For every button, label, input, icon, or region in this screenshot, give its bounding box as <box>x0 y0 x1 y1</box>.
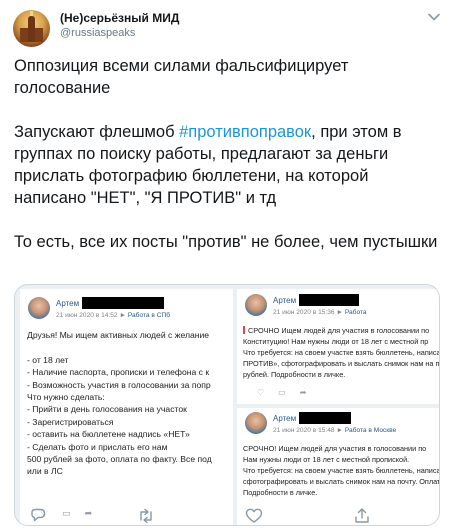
vk-post-line: Друзья! Мы ищем активных людей с желание <box>27 330 210 340</box>
tweet-paragraph-2: Запускают флешмоб #противпоправок, при э… <box>14 123 402 207</box>
heart-icon: ♡ <box>257 388 265 397</box>
vk-post-line: - Сделать фото и прислать его нам <box>27 441 168 452</box>
vk-post-meta: 21 июн 2020 в 15:36 ► Работа <box>273 309 367 316</box>
vk-post-line: Подробности в личке. <box>243 488 318 497</box>
vk-post-line: - Зарегистрироваться <box>27 416 114 427</box>
share-arrow-icon: ➦ <box>299 388 307 397</box>
author-handle[interactable]: @russiaspeaks <box>60 27 135 39</box>
vk-post-meta: 21 июн 2020 в 15:48 ► Работа в Москве <box>273 427 397 434</box>
vk-post-line: Нам нужны люди от 18 лет с местной пропи… <box>243 455 410 464</box>
vk-author: Артем <box>273 414 297 423</box>
vk-post-line: - Прийти в день голосования на участок <box>27 404 187 415</box>
vk-post-line: Что требуется: на своем участке взять бю… <box>243 466 440 475</box>
vk-post-line: ПРОТИВ», сфотографировать и выслать сним… <box>243 359 440 368</box>
redaction-bar <box>82 297 164 309</box>
vk-post-text: СРОЧНО Ищем людей для участия в голосова… <box>243 325 439 380</box>
tweet-paragraph-1: Оппозиция всеми силами фальсифицирует го… <box>14 57 349 97</box>
vk-post-actions: ♡ ▭ ➦ <box>257 387 306 399</box>
redaction-bar <box>299 294 359 306</box>
vk-author: Артем <box>56 299 80 308</box>
vk-avatar <box>28 297 50 319</box>
vk-avatar <box>245 294 267 316</box>
vk-author: Артем <box>273 296 297 305</box>
vk-post-line: 500 рублей за фото, оплата по факту. Все… <box>27 454 212 465</box>
vk-post-line: - от 18 лет <box>27 354 69 365</box>
redaction-bar <box>299 412 351 424</box>
vk-post-line: или в ЛС <box>27 466 63 477</box>
author-name[interactable]: (Не)серьёзный МИД <box>60 11 179 25</box>
tweet: (Не)серьёзный МИД @russiaspeaks Оппозици… <box>0 0 455 532</box>
vk-post-line: Что требуется: на своем участке взять бю… <box>243 348 440 357</box>
vk-post-line: СРОЧНО Ищем людей для участия в голосова… <box>243 325 439 336</box>
comment-icon: ▭ <box>278 388 286 397</box>
vk-post-right-top: Артем 21 июн 2020 в 15:36 ► Работа СРОЧН… <box>237 289 439 404</box>
tweet-media-image[interactable]: Артем 21 июн 2020 в 14:52 ► Работа в СПб… <box>14 284 440 526</box>
vk-post-line: СРОЧНО! Ищем людей для участия в голосов… <box>243 444 427 453</box>
retweet-icon[interactable] <box>136 506 156 526</box>
vk-post-line: - Наличие паспорта, прописки и телефона … <box>27 367 210 378</box>
vk-post-left: Артем 21 июн 2020 в 14:52 ► Работа в СПб… <box>20 289 233 525</box>
author-avatar[interactable] <box>13 10 50 47</box>
hashtag-link[interactable]: #противпоправок <box>179 123 311 141</box>
chevron-down-icon[interactable] <box>427 10 441 24</box>
vk-post-line: Конституцию! Нам нужны люди от 18 лет с … <box>243 337 429 346</box>
vk-avatar <box>245 412 267 434</box>
vk-post-text: Друзья! Мы ищем активных людей с желание… <box>27 329 233 478</box>
vk-post-line: - оставить на бюллетене надпись «НЕТ» <box>27 429 190 440</box>
like-icon[interactable] <box>244 506 264 526</box>
red-mark-icon <box>243 326 245 334</box>
vk-post-meta: 21 июн 2020 в 14:52 ► Работа в СПб <box>56 312 171 319</box>
tweet-paragraph-3: То есть, все их посты "против" не более,… <box>14 233 438 251</box>
tweet-actions <box>0 500 455 532</box>
vk-post-line: Что нужно сделать: <box>27 392 105 403</box>
vk-post-line: рублей. Подробности в личке. <box>243 370 346 379</box>
vk-post-text: СРОЧНО! Ищем людей для участия в голосов… <box>243 443 439 498</box>
share-icon[interactable] <box>352 506 372 526</box>
vk-post-line <box>27 341 233 353</box>
vk-post-line: - Возможность участия в голосовании за п… <box>27 379 211 390</box>
reply-icon[interactable] <box>28 506 48 526</box>
vk-post-line: сфотографировать и выслать снимок нам на… <box>243 477 440 486</box>
